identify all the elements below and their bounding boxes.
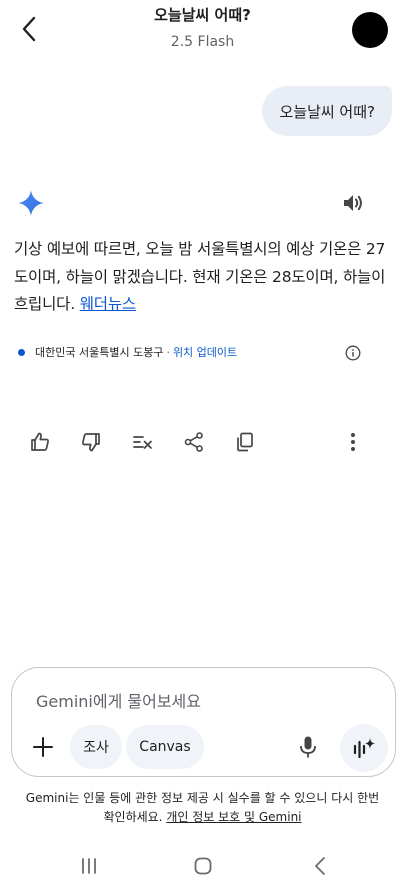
home-icon[interactable] bbox=[191, 856, 215, 876]
thumb-down-icon[interactable] bbox=[79, 430, 103, 454]
response-text: 기상 예보에 따르면, 오늘 밤 서울특별시의 예상 기온은 27도이며, 하늘… bbox=[14, 236, 386, 319]
location-separator: · bbox=[166, 345, 170, 359]
location-info: 대한민국 서울특별시 도봉구 · 위치 업데이트 bbox=[18, 344, 237, 360]
response-body: 기상 예보에 따르면, 오늘 밤 서울특별시의 예상 기온은 27도이며, 하늘… bbox=[14, 240, 386, 313]
disclaimer: Gemini는 인물 등에 관한 정보 제공 시 실수를 할 수 있으니 다시 … bbox=[20, 789, 385, 826]
location-dot-icon bbox=[18, 348, 25, 356]
speaker-icon[interactable] bbox=[340, 190, 366, 216]
response-actions bbox=[0, 430, 405, 454]
modify-response-icon[interactable] bbox=[131, 430, 155, 454]
thumb-up-icon[interactable] bbox=[28, 430, 52, 454]
location-text: 대한민국 서울특별시 도봉구 bbox=[35, 346, 164, 359]
conversation-title: 오늘날씨 어때? bbox=[154, 6, 251, 24]
canvas-chip[interactable]: Canvas bbox=[126, 725, 204, 769]
prompt-composer[interactable]: Gemini에게 물어보세요 조사 Canvas bbox=[11, 667, 396, 777]
update-location-link[interactable]: 위치 업데이트 bbox=[173, 344, 237, 360]
info-icon[interactable] bbox=[345, 345, 361, 361]
copy-icon[interactable] bbox=[233, 430, 257, 454]
recent-apps-icon[interactable] bbox=[77, 856, 101, 876]
account-avatar[interactable] bbox=[352, 12, 388, 48]
plus-icon[interactable] bbox=[30, 734, 56, 760]
prompt-input[interactable]: Gemini에게 물어보세요 bbox=[36, 688, 201, 712]
user-message-bubble: 오늘날씨 어때? bbox=[262, 86, 392, 136]
live-sparkle-icon[interactable] bbox=[340, 724, 388, 772]
source-link[interactable]: 웨더뉴스 bbox=[80, 295, 136, 313]
mic-icon[interactable] bbox=[296, 734, 320, 760]
top-app-bar: 오늘날씨 어때? 2.5 Flash bbox=[0, 0, 405, 64]
system-navigation-bar bbox=[0, 848, 405, 884]
privacy-link[interactable]: 개인 정보 보호 및 Gemini bbox=[166, 810, 301, 824]
system-back-icon[interactable] bbox=[308, 856, 332, 876]
research-chip[interactable]: 조사 bbox=[70, 725, 122, 769]
gemini-sparkle-icon bbox=[18, 190, 44, 216]
share-icon[interactable] bbox=[182, 430, 206, 454]
model-selector[interactable]: 2.5 Flash bbox=[0, 34, 405, 50]
more-vert-icon[interactable] bbox=[341, 430, 365, 454]
